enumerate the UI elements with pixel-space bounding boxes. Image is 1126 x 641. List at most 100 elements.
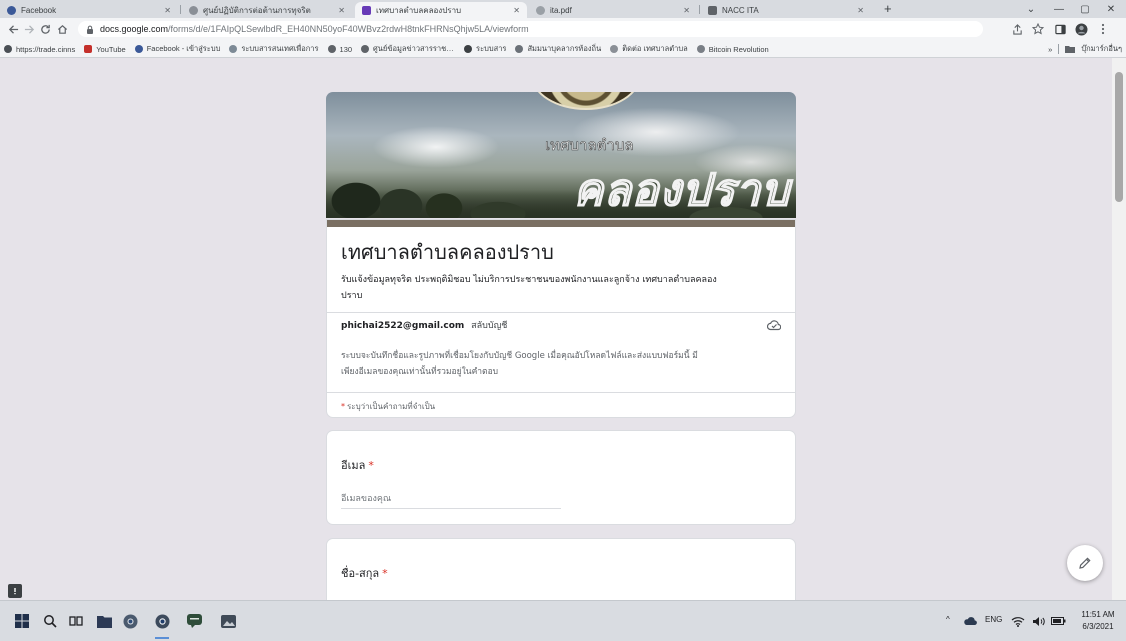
bookmark-item[interactable]: สัมมนาบุคลากรท้องถิ่น (515, 43, 601, 55)
file-explorer-icon[interactable] (96, 613, 112, 629)
system-clock[interactable]: 11:51 AM 6/3/2021 (1074, 609, 1122, 633)
folder-icon (1065, 45, 1076, 53)
tab-close-icon[interactable]: ✕ (513, 6, 520, 15)
tab-close-icon[interactable]: ✕ (164, 6, 171, 15)
account-row: phichai2522@gmail.com สลับบัญชี (341, 319, 761, 333)
facebook-icon (134, 45, 143, 53)
tab-search-chevron-icon[interactable]: ⌄ (1018, 0, 1044, 18)
windows-start-icon[interactable] (14, 613, 30, 629)
switch-account-link[interactable]: สลับบัญชี (471, 321, 507, 331)
question-label: ชื่อ-สกุล * (341, 566, 388, 582)
bookmark-item[interactable]: ระบบสารสนเทศเพื่อการ (229, 43, 319, 55)
question-label: อีเมล * (341, 458, 374, 474)
bookmark-label: Bitcoin Revolution (708, 44, 769, 54)
clock-date: 6/3/2021 (1082, 622, 1114, 631)
task-view-icon[interactable] (68, 613, 84, 629)
bookmark-item[interactable]: ศูนย์ข้อมูลข่าวสารราชการ (361, 43, 455, 55)
report-abuse-icon[interactable] (8, 584, 22, 598)
tab-nacc-ita[interactable]: NACC ITA ✕ (701, 2, 871, 18)
required-asterisk: * (368, 459, 374, 472)
wifi-icon[interactable] (1010, 613, 1026, 629)
new-tab-button[interactable]: + (884, 1, 892, 17)
bookmark-item[interactable]: https://trade.cinns (4, 45, 75, 54)
speaker-volume-icon[interactable] (1030, 613, 1046, 629)
tab-close-icon[interactable]: ✕ (338, 6, 345, 15)
question-card-fullname: ชื่อ-สกุล * (326, 538, 796, 600)
tab-close-icon[interactable]: ✕ (857, 6, 864, 15)
more-bookmarks-button[interactable]: » (1048, 45, 1052, 54)
bookmark-label: https://trade.cinns (16, 44, 76, 54)
lock-icon[interactable] (86, 25, 94, 34)
bookmark-item[interactable]: 130 (327, 45, 352, 54)
tab-title: NACC ITA (722, 5, 759, 15)
other-bookmarks-button[interactable]: บุ๊กมาร์กอื่นๆ (1081, 43, 1122, 55)
bookmark-item[interactable]: Facebook - เข้าสู่ระบบ (134, 43, 221, 55)
tab-title: เทศบาลตำบลคลองปราบ (376, 5, 462, 15)
header-banner-image: เทศบาลตำบล คลองปราบ (326, 92, 796, 218)
tab-title: ita.pdf (550, 5, 572, 15)
required-note-text: ระบุว่าเป็นคำถามที่จำเป็น (347, 402, 436, 411)
bookmark-label: ระบบสารสนเทศเพื่อการ (241, 44, 319, 53)
browser-toolbar: docs.google.com /forms/d/e/1FAIpQLSewlbd… (0, 18, 1126, 40)
bookmark-item[interactable]: Bitcoin Revolution (696, 44, 769, 54)
bookmark-item[interactable]: ระบบสาร (464, 43, 506, 55)
scrollbar-thumb[interactable] (1115, 72, 1123, 202)
globe-icon (610, 45, 619, 53)
bookmark-item[interactable]: YouTube (84, 44, 126, 54)
bookmark-label: ติดต่อ เทศบาลตำบล (622, 44, 688, 53)
windows-taskbar: ^ ENG 11:51 AM 6/3/2021 (0, 600, 1126, 641)
home-icon[interactable] (55, 22, 69, 36)
input-language-indicator[interactable]: ENG (985, 615, 1002, 624)
edit-pencil-button[interactable] (1067, 545, 1103, 581)
banner-text-klong-prab: คลองปราบ (573, 165, 790, 217)
bookmark-label: YouTube (96, 44, 126, 54)
cloud-saved-icon[interactable] (767, 319, 781, 331)
bookmark-label: สัมมนาบุคลากรท้องถิ่น (527, 44, 602, 53)
email-input[interactable] (341, 489, 561, 509)
tab-facebook[interactable]: Facebook ✕ (0, 2, 178, 18)
bookmark-label: Facebook - เข้าสู่ระบบ (146, 44, 221, 53)
photos-app-icon[interactable] (220, 613, 236, 629)
tab-close-icon[interactable]: ✕ (683, 6, 690, 15)
google-form-page: เทศบาลตำบล คลองปราบ เทศบาลตำบลคลองปราบ ร… (0, 58, 1126, 600)
privacy-note: ระบบจะบันทึกชื่อและรูปภาพที่เชื่อมโยงกับ… (341, 351, 698, 377)
address-bar[interactable]: docs.google.com /forms/d/e/1FAIpQLSewlbd… (78, 21, 983, 37)
bookmark-item[interactable]: ติดต่อ เทศบาลตำบล (610, 43, 688, 55)
forward-arrow-icon[interactable] (22, 22, 36, 36)
share-icon[interactable] (1010, 22, 1024, 36)
url-path: /forms/d/e/1FAIpQLSewlbdR_EH40NN50yoF40W… (168, 24, 529, 34)
tab-anti-corruption[interactable]: ศูนย์ปฏิบัติการต่อต้านการทุจริต ✕ (182, 2, 352, 18)
nacc-icon (708, 5, 717, 15)
search-icon[interactable] (42, 613, 58, 629)
chrome-icon[interactable] (122, 613, 138, 629)
chrome-menu-icon[interactable] (1096, 22, 1110, 36)
line-chat-icon[interactable] (186, 613, 202, 629)
divider (327, 312, 795, 313)
tab-title: ศูนย์ปฏิบัติการต่อต้านการทุจริต (203, 5, 311, 15)
side-panel-icon[interactable] (1053, 22, 1067, 36)
question-card-email: อีเมล * (326, 430, 796, 525)
minimize-button[interactable]: — (1046, 0, 1072, 18)
maximize-button[interactable]: ▢ (1072, 0, 1098, 18)
bookmark-star-icon[interactable] (1031, 22, 1045, 36)
page-scrollbar[interactable] (1112, 58, 1126, 600)
reload-icon[interactable] (38, 22, 52, 36)
required-note: * ระบุว่าเป็นคำถามที่จำเป็น (341, 401, 435, 413)
close-window-button[interactable]: ✕ (1098, 0, 1124, 18)
divider (1058, 44, 1060, 54)
tray-overflow-chevron-icon[interactable]: ^ (946, 615, 950, 624)
pdf-icon (536, 5, 545, 15)
back-arrow-icon[interactable] (6, 22, 20, 36)
chrome-active-icon[interactable] (154, 613, 170, 639)
theme-accent-bar (327, 220, 795, 227)
required-asterisk: * (341, 402, 345, 411)
onedrive-cloud-icon[interactable] (962, 613, 978, 629)
globe-icon (4, 45, 12, 53)
battery-icon[interactable] (1050, 613, 1066, 629)
bookmark-list: https://trade.cinns YouTube Facebook - เ… (4, 40, 994, 58)
tab-google-form[interactable]: เทศบาลตำบลคลองปราบ ✕ (355, 2, 527, 18)
youtube-icon (84, 45, 93, 53)
profile-avatar-icon[interactable] (1074, 22, 1088, 36)
seal-emblem (531, 92, 641, 110)
tab-pdf[interactable]: ita.pdf ✕ (529, 2, 697, 18)
